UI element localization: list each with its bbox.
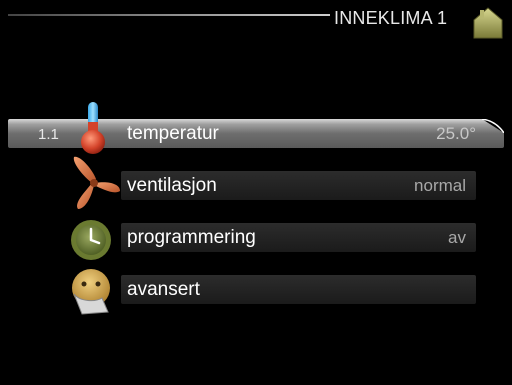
screen-title: INNEKLIMA 1 [334,8,448,28]
menu-item-label: temperatur [127,123,219,144]
menu-item-number: 1.1 [38,126,59,143]
menu-item-value: normal [414,176,466,195]
menu-item-avansert[interactable]: avansert [121,275,476,304]
header-rule [8,14,330,16]
fan-icon [73,156,120,209]
screen: INNEKLIMA 1 temperatur 25.0° 1.1 ventila… [0,0,512,385]
menu-item-label: programmering [127,227,256,248]
house-icon[interactable] [470,4,506,40]
menu-item-value: av [448,228,466,247]
clock-icon [71,220,111,260]
advanced-face-icon [72,269,110,315]
menu-item-value: 25.0° [436,124,476,143]
menu-item-label: ventilasjon [127,175,217,196]
menu-item-ventilasjon[interactable]: ventilasjon normal [121,171,476,200]
menu-item-programmering[interactable]: programmering av [121,223,476,252]
fold-corner [482,119,504,133]
menu-item-label: avansert [127,279,200,300]
thermometer-icon [81,102,105,154]
